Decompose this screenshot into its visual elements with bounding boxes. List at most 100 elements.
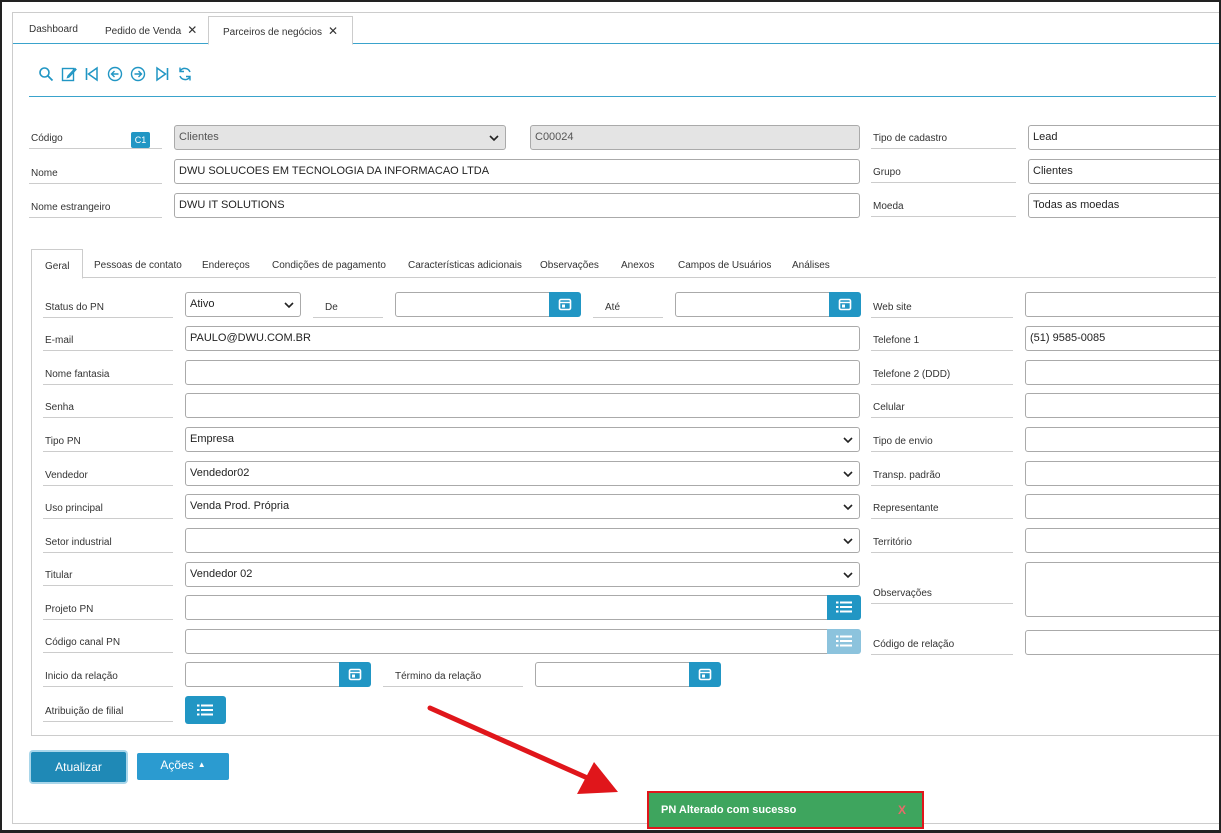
previous-record-icon[interactable] [107,66,123,82]
vendedor-select[interactable]: Vendedor02 [185,461,860,486]
series-badge[interactable]: C1 [131,132,150,148]
tipo-envio-label: Tipo de envio [871,432,1013,452]
close-icon[interactable]: ✕ [328,24,338,38]
senha-label: Senha [43,398,173,418]
list-icon[interactable] [827,595,861,620]
chevron-down-icon [843,462,853,487]
toast-message: PN Alterado com sucesso [661,804,797,816]
tab-caracteristicas-adicionais[interactable]: Características adicionais [408,249,522,278]
calendar-icon[interactable] [549,292,581,317]
select-value: Vendedor02 [190,467,250,479]
chevron-down-icon [843,428,853,453]
ate-date-field[interactable] [675,292,831,317]
update-button[interactable]: Atualizar [31,752,126,782]
email-label: E-mail [43,331,173,351]
codigo-relacao-field[interactable] [1025,630,1219,655]
territorio-field[interactable] [1025,528,1219,553]
nome-label: Nome [29,164,162,184]
status-pn-select[interactable]: Ativo [185,292,301,317]
moeda-select[interactable]: Todas as moedas [1028,193,1219,218]
list-icon[interactable] [185,696,226,724]
celular-label: Celular [871,398,1013,418]
refresh-icon[interactable] [177,66,193,82]
nome-estrangeiro-field[interactable]: DWU IT SOLUTIONS [174,193,860,218]
codigo-series-select[interactable]: Clientes [174,125,506,150]
app-frame: Dashboard Pedido de Venda ✕ Parceiros de … [0,0,1221,833]
chevron-down-icon [843,529,853,554]
representante-field[interactable] [1025,494,1219,519]
telefone1-field[interactable]: (51) 9585-0085 [1025,326,1219,351]
select-value: Clientes [179,131,219,143]
tab-campos-de-usuarios[interactable]: Campos de Usuários [678,249,771,278]
termino-relacao-label: Término da relação [383,667,523,687]
tipo-pn-select[interactable]: Empresa [185,427,860,452]
uso-principal-select[interactable]: Venda Prod. Própria [185,494,860,519]
transp-padrao-field[interactable] [1025,461,1219,486]
inicio-relacao-field[interactable] [185,662,341,687]
setor-industrial-select[interactable] [185,528,860,553]
projeto-pn-label: Projeto PN [43,600,173,620]
tab-condicoes-de-pagamento[interactable]: Condições de pagamento [272,249,386,278]
telefone2-field[interactable] [1025,360,1219,385]
senha-field[interactable] [185,393,860,418]
de-date-field[interactable] [395,292,551,317]
select-value: Ativo [190,298,215,310]
status-pn-label: Status do PN [43,298,173,318]
tipo-cadastro-select[interactable]: Lead [1028,125,1219,150]
tab-label: Dashboard [29,24,78,35]
tab-pessoas-de-contato[interactable]: Pessoas de contato [94,249,182,278]
tab-parceiros-de-negocios[interactable]: Parceiros de negócios ✕ [208,16,354,45]
tab-enderecos[interactable]: Endereços [202,249,250,278]
calendar-icon[interactable] [689,662,721,687]
close-icon[interactable]: X [898,793,906,827]
moeda-label: Moeda [871,197,1016,217]
calendar-icon[interactable] [339,662,371,687]
tab-pedido-de-venda[interactable]: Pedido de Venda ✕ [105,16,197,44]
list-icon[interactable] [827,629,861,654]
grupo-select[interactable]: Clientes [1028,159,1219,184]
projeto-pn-field[interactable] [185,595,828,620]
termino-relacao-field[interactable] [535,662,691,687]
tab-observacoes[interactable]: Observações [540,249,599,278]
observacoes-textarea[interactable] [1025,562,1219,617]
codigo-relacao-label: Código de relação [871,635,1013,655]
tipo-pn-label: Tipo PN [43,432,173,452]
de-label: De [313,298,383,318]
tipo-envio-select[interactable] [1025,427,1219,452]
email-field[interactable]: PAULO@DWU.COM.BR [185,326,860,351]
telefone1-label: Telefone 1 [871,331,1013,351]
actions-dropdown-button[interactable]: Ações ▲ [137,753,229,780]
inicio-relacao-label: Inicio da relação [43,667,173,687]
territorio-label: Território [871,533,1013,553]
codigo-canal-label: Código canal PN [43,633,173,653]
codigo-field: C00024 [530,125,860,150]
detail-tab-bar: Geral Pessoas de contato Endereços Condi… [31,249,1216,279]
grupo-label: Grupo [871,163,1016,183]
titular-label: Titular [43,566,173,586]
last-record-icon[interactable] [154,66,170,82]
nome-fantasia-label: Nome fantasia [43,365,173,385]
chevron-down-icon [843,495,853,520]
tab-dashboard[interactable]: Dashboard [29,16,78,44]
tab-label: Parceiros de negócios [223,27,322,38]
first-record-icon[interactable] [84,66,100,82]
website-field[interactable] [1025,292,1219,317]
codigo-canal-field[interactable] [185,629,828,654]
tab-analises[interactable]: Análises [792,249,830,278]
actions-label: Ações [160,758,194,772]
nome-fantasia-field[interactable] [185,360,860,385]
success-toast: PN Alterado com sucesso X [647,791,924,829]
calendar-icon[interactable] [829,292,861,317]
nome-field[interactable]: DWU SOLUCOES EM TECNOLOGIA DA INFORMACAO… [174,159,860,184]
atribuicao-filial-label: Atribuição de filial [43,702,173,722]
tab-anexos[interactable]: Anexos [621,249,654,278]
next-record-icon[interactable] [130,66,146,82]
edit-icon[interactable] [61,66,77,82]
caret-up-icon: ▲ [197,760,206,769]
close-icon[interactable]: ✕ [187,23,197,37]
celular-field[interactable] [1025,393,1219,418]
top-tab-bar: Dashboard Pedido de Venda ✕ Parceiros de … [13,16,1219,45]
search-icon[interactable] [38,66,54,82]
titular-select[interactable]: Vendedor 02 [185,562,860,587]
tab-geral[interactable]: Geral [31,249,84,279]
